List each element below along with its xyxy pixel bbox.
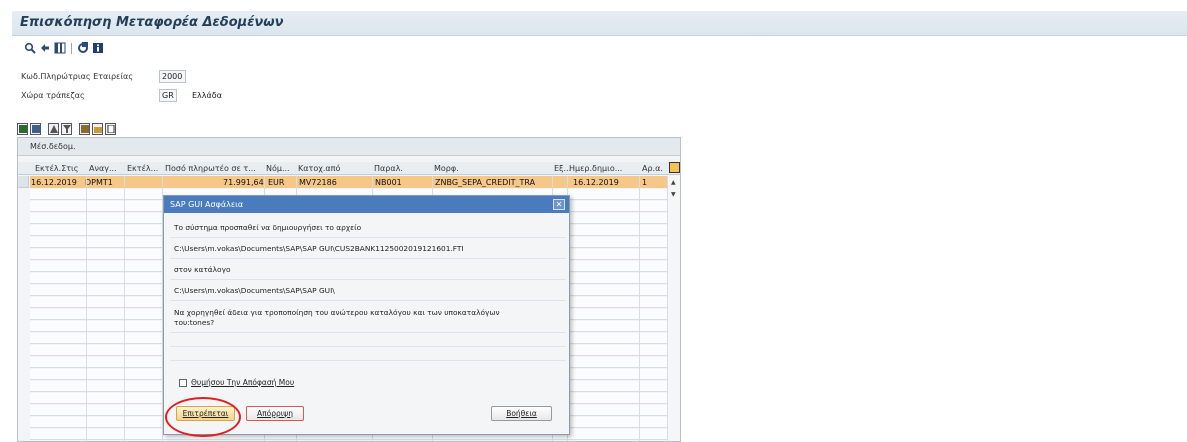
security-dialog: SAP GUI Ασφάλεια ✕ Το σύστημα προσπαθεί … (163, 195, 570, 435)
grid-title: Μέσ.δεδομ. (18, 138, 680, 156)
column-divider (86, 176, 87, 441)
cell-holder: MV72186 (299, 178, 337, 187)
divider (170, 258, 566, 259)
cell-currency: EUR (268, 178, 285, 187)
details-icon[interactable] (17, 123, 28, 135)
cell-creation-date: 16.12.2019 (573, 178, 619, 187)
row-selector[interactable] (18, 176, 29, 188)
divider (170, 332, 566, 333)
close-icon[interactable]: ✕ (553, 199, 565, 210)
company-code-field[interactable]: 2000 (159, 70, 186, 83)
vertical-scrollbar[interactable]: ▲ ▼ (667, 176, 680, 441)
column-header-number[interactable]: Αρ.α. (642, 164, 663, 173)
divider (170, 300, 566, 301)
search-icon[interactable] (24, 42, 36, 54)
remember-decision-checkbox[interactable]: Θυμήσου Την Απόφασή Μου (179, 378, 294, 387)
column-header-holder[interactable]: Κατοχ.από (298, 164, 340, 173)
divider (170, 346, 566, 347)
column-header-execution[interactable]: Εκτέλ... (127, 164, 158, 173)
layout-select-icon[interactable] (92, 123, 103, 135)
dialog-directory-path: C:\Users\m.vokas\Documents\SAP\SAP GUI\ (174, 286, 335, 295)
table-row[interactable]: 16.12.2019 DPMT1 71.991,64 EUR MV72186 N… (30, 176, 667, 188)
scroll-down-arrow-icon[interactable]: ▼ (671, 191, 676, 198)
application-toolbar (24, 41, 107, 55)
column-header-execution-date[interactable]: Εκτέλ.Στις (35, 164, 78, 173)
column-header-amount[interactable]: Ποσό πληρωτέο σε τ... (165, 164, 256, 173)
column-header-reference[interactable]: Αναγ... (89, 164, 117, 173)
refresh-icon[interactable] (77, 42, 89, 54)
cell-recipient: NB001 (375, 178, 402, 187)
remember-decision-label[interactable]: Θυμήσου Την Απόφασή Μου (191, 378, 294, 387)
checkbox-box[interactable] (179, 378, 187, 387)
page-title: Επισκόπηση Μεταφορέα Δεδομένων (20, 15, 284, 30)
company-code-extra-field[interactable] (191, 70, 253, 84)
column-header-format[interactable]: Μορφ. (434, 164, 459, 173)
cell-execution-date: 16.12.2019 (31, 178, 77, 187)
layout-icon[interactable] (54, 42, 66, 54)
deny-button[interactable]: Απόρριψη (246, 406, 304, 421)
sort-icon[interactable] (48, 123, 59, 135)
divider (170, 237, 566, 238)
dialog-question-continued: του:tones? (174, 318, 215, 327)
back-icon[interactable] (39, 42, 51, 54)
cell-number: 1 (642, 178, 648, 187)
title-bar: Επισκόπηση Μεταφορέα Δεδομένων (12, 11, 1187, 36)
bank-country-field[interactable]: GR (159, 89, 177, 102)
column-header-creation-date[interactable]: Ημερ.δημιο... (569, 164, 622, 173)
cell-format: ZNBG_SEPA_CREDIT_TRA (435, 178, 536, 187)
bank-country-label: Χώρα τράπεζας (21, 91, 85, 100)
divider (170, 360, 566, 361)
export-icon[interactable] (79, 123, 90, 135)
cell-amount: 71.991,64 (223, 178, 264, 187)
dialog-message-directory: στον κατάλογο (174, 265, 231, 274)
column-header-recipient[interactable]: Παραλ. (374, 164, 403, 173)
info-icon[interactable] (92, 42, 104, 54)
column-divider (124, 176, 125, 441)
column-header-currency[interactable]: Νόμ... (266, 164, 290, 173)
divider (170, 279, 566, 280)
dialog-file-path: C:\Users\m.vokas\Documents\SAP\SAP GUI\C… (174, 244, 464, 253)
highlight-annotation (165, 397, 241, 437)
grid-header: Εκτέλ.Στις Αναγ... Εκτέλ... Ποσό πληρωτέ… (18, 162, 680, 175)
bank-country-description: Ελλάδα (192, 91, 222, 100)
grid-toolbar (17, 123, 118, 135)
company-code-label: Κωδ.Πληρώτριας Εταιρείας (21, 72, 134, 81)
scroll-up-arrow-icon[interactable]: ▲ (671, 179, 676, 186)
document-icon[interactable] (105, 123, 116, 135)
cell-reference: DPMT1 (85, 178, 113, 187)
dialog-question: Να χορηγηθεί άδεια για τροποποίηση του α… (174, 308, 500, 317)
help-button[interactable]: Βοήθεια (491, 406, 552, 421)
filter-icon[interactable] (61, 123, 72, 135)
column-divider (639, 176, 640, 441)
print-preview-icon[interactable] (30, 123, 41, 135)
toolbar-separator (71, 42, 72, 54)
column-settings-icon[interactable] (669, 162, 680, 173)
dialog-title: SAP GUI Ασφάλεια (164, 196, 569, 213)
dialog-message-create: Το σύστημα προσπαθεί να δημιουργήσει το … (174, 223, 362, 232)
